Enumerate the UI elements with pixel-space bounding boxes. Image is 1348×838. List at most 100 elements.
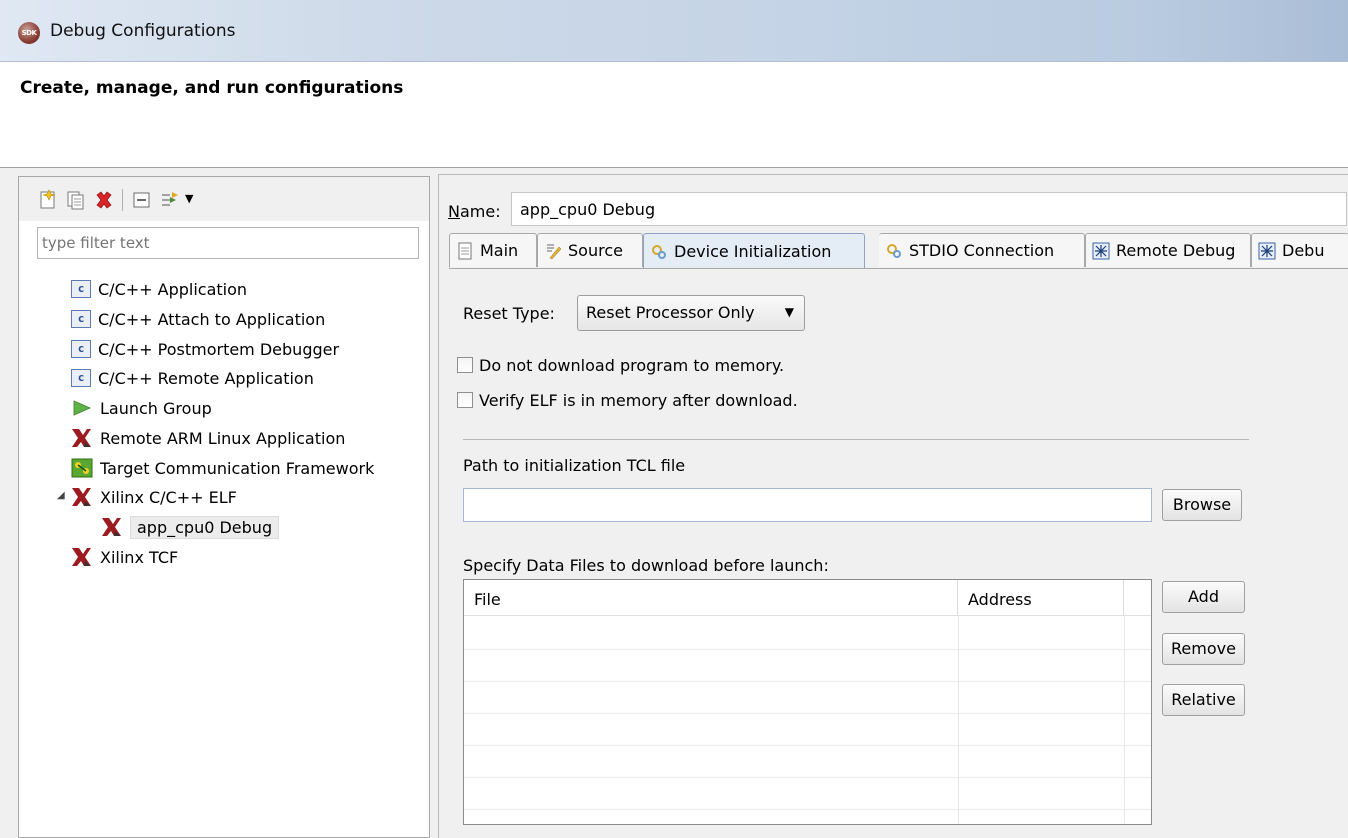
verify-elf-label: Verify ELF is in memory after download. (479, 390, 798, 410)
tab-device-initialization[interactable]: Device Initialization (643, 233, 865, 269)
name-label-rest: ame: (459, 202, 501, 221)
verify-elf-checkbox[interactable] (457, 392, 473, 408)
column-header-file[interactable]: File (464, 580, 958, 616)
tab-label: Source (568, 241, 623, 260)
chevron-down-icon: ▼ (784, 305, 794, 319)
row-divider (464, 745, 1151, 746)
row-divider (464, 777, 1151, 778)
name-input[interactable]: app_cpu0 Debug (511, 192, 1347, 226)
xilinx-icon (71, 428, 93, 448)
no-download-checkbox[interactable] (457, 357, 473, 373)
tree-item-label: Target Communication Framework (100, 458, 375, 478)
add-button[interactable]: Add (1162, 581, 1245, 613)
tab-main[interactable]: Main (449, 233, 537, 267)
dropdown-icon[interactable]: ▼ (185, 192, 197, 214)
verify-elf-option[interactable]: Verify ELF is in memory after download. (457, 388, 798, 412)
tree-item-label: C/C++ Postmortem Debugger (98, 339, 340, 359)
tree-item-cpp-application[interactable]: c C/C++ Application (71, 275, 247, 303)
xilinx-icon (101, 517, 123, 537)
config-toolbar: ▼ (19, 177, 429, 221)
tree-item-label: C/C++ Remote Application (98, 368, 314, 388)
sdk-icon: SDK (18, 22, 40, 44)
tcf-icon (71, 458, 93, 478)
header-title: Create, manage, and run configurations (20, 78, 404, 98)
column-divider (958, 616, 959, 824)
no-download-label: Do not download program to memory. (479, 355, 785, 375)
tab-source[interactable]: Source (537, 233, 643, 267)
tree-item-label: app_cpu0 Debug (130, 515, 280, 539)
row-divider (464, 809, 1151, 810)
document-icon (456, 242, 474, 260)
tree-item-cpp-postmortem[interactable]: c C/C++ Postmortem Debugger (71, 335, 339, 363)
c-icon: c (71, 310, 91, 328)
config-editor-pane: Name: app_cpu0 Debug Main Source Device … (438, 174, 1348, 838)
reset-type-label: Reset Type: (463, 304, 555, 323)
tree-item-tcf[interactable]: Target Communication Framework (71, 454, 374, 482)
tree-item-xilinx-elf[interactable]: Xilinx C/C++ ELF (71, 483, 237, 511)
delete-icon[interactable] (93, 189, 115, 211)
tab-label: Main (480, 241, 519, 260)
tab-debugger[interactable]: Debu (1251, 233, 1348, 267)
browse-button[interactable]: Browse (1162, 489, 1242, 521)
debug-icon (1092, 242, 1110, 260)
tcl-path-input[interactable] (463, 488, 1152, 522)
tab-label: Remote Debug (1116, 241, 1236, 260)
tree-item-cpp-attach[interactable]: c C/C++ Attach to Application (71, 305, 325, 333)
play-icon (71, 398, 93, 418)
filter-icon[interactable] (159, 189, 181, 211)
c-icon: c (71, 280, 91, 298)
no-download-option[interactable]: Do not download program to memory. (457, 353, 784, 377)
relative-button[interactable]: Relative (1162, 684, 1245, 716)
collapse-all-icon[interactable] (131, 189, 153, 211)
tree-item-app-cpu0-debug[interactable]: app_cpu0 Debug (101, 513, 280, 541)
tree-item-xilinx-tcf[interactable]: Xilinx TCF (71, 543, 178, 571)
tab-remote-debug[interactable]: Remote Debug (1085, 233, 1251, 267)
c-icon: c (71, 369, 91, 387)
tree-item-label: C/C++ Attach to Application (98, 309, 326, 329)
toolbar-separator (122, 189, 123, 211)
dialog-header: Create, manage, and run configurations (0, 62, 1348, 168)
column-divider (1124, 616, 1125, 824)
tree-item-launch-group[interactable]: Launch Group (71, 394, 212, 422)
c-icon: c (71, 340, 91, 358)
name-label-mnemonic: N (448, 202, 460, 221)
tab-label: Debu (1282, 241, 1325, 260)
tree-item-cpp-remote[interactable]: c C/C++ Remote Application (71, 364, 314, 392)
tree-item-label: Remote ARM Linux Application (100, 428, 346, 448)
source-icon (544, 242, 562, 260)
window-title: Debug Configurations (50, 21, 236, 41)
debug-icon (1258, 242, 1276, 260)
tab-label: STDIO Connection (909, 241, 1055, 260)
tree-item-label: C/C++ Application (98, 279, 248, 299)
new-config-icon[interactable] (37, 189, 59, 211)
tree-item-label: Launch Group (100, 398, 212, 418)
reset-type-value: Reset Processor Only (586, 303, 755, 322)
column-header-address[interactable]: Address (958, 580, 1124, 616)
reset-type-select[interactable]: Reset Processor Only ▼ (577, 295, 805, 331)
row-divider (464, 713, 1151, 714)
gears-icon (650, 243, 668, 261)
section-divider (463, 439, 1249, 440)
config-tabs: Main Source Device Initialization STDIO … (449, 233, 1348, 269)
expand-arrow-icon[interactable]: ◢ (57, 490, 65, 501)
data-files-label: Specify Data Files to download before la… (463, 556, 829, 575)
tree-item-remote-arm-linux[interactable]: Remote ARM Linux Application (71, 424, 345, 452)
tree-item-label: Xilinx TCF (100, 547, 179, 567)
device-initialization-panel: Reset Type: Reset Processor Only ▼ Do no… (449, 269, 1348, 838)
column-header-spacer (1124, 580, 1151, 616)
duplicate-icon[interactable] (65, 189, 87, 211)
dialog-content: ▼ c C/C++ Application c C/C++ Attach to … (0, 168, 1348, 838)
filter-input[interactable] (37, 227, 419, 259)
row-divider (464, 649, 1151, 650)
tcl-path-label: Path to initialization TCL file (463, 456, 686, 475)
name-label: Name: (448, 202, 501, 221)
xilinx-icon (71, 487, 93, 507)
data-files-table[interactable]: File Address (463, 579, 1152, 825)
tree-item-label: Xilinx C/C++ ELF (100, 487, 237, 507)
gears-icon (885, 242, 903, 260)
tab-label: Device Initialization (674, 242, 832, 261)
tab-stdio-connection[interactable]: STDIO Connection (879, 233, 1085, 267)
remove-button[interactable]: Remove (1162, 633, 1245, 665)
row-divider (464, 681, 1151, 682)
title-bar[interactable]: SDK Debug Configurations (0, 0, 1348, 62)
